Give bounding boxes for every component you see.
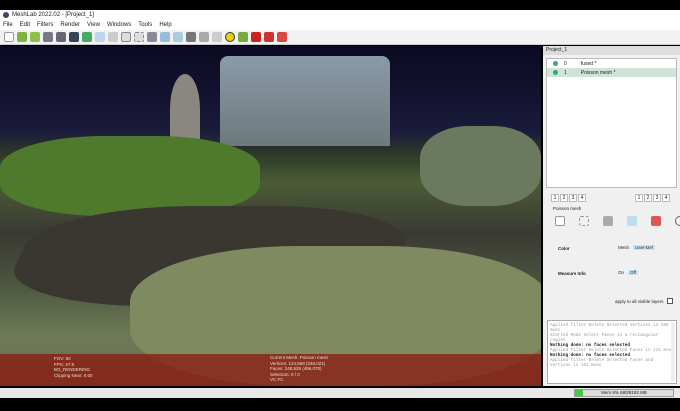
- layer-id: 0: [564, 60, 567, 67]
- layer-name: Poisson mesh *: [580, 69, 616, 76]
- layer-id: 1: [564, 69, 567, 76]
- menu-help[interactable]: Help: [159, 22, 171, 28]
- points-mode-icon[interactable]: [579, 216, 589, 226]
- smooth-icon[interactable]: [147, 32, 157, 42]
- app-icon: [3, 12, 9, 18]
- menu-edit[interactable]: Edit: [20, 22, 30, 28]
- render-mode-text: BO_RENDERING: [54, 367, 91, 372]
- menu-bar: File Edit Filters Render View Windows To…: [0, 20, 680, 30]
- paint-icon[interactable]: [238, 32, 248, 42]
- title-bar: MeshLab 2022.02 - [Project_1]: [0, 10, 680, 20]
- menu-filters[interactable]: Filters: [37, 22, 53, 28]
- visibility-icon[interactable]: [553, 70, 558, 75]
- visibility-icon[interactable]: [553, 61, 558, 66]
- export-icon[interactable]: [56, 32, 66, 42]
- light-icon[interactable]: [173, 32, 183, 42]
- align-icon[interactable]: [212, 32, 222, 42]
- layer-row[interactable]: 1 Poisson mesh *: [547, 68, 676, 77]
- log-entry: Applied filter Delete Selected Vertices …: [550, 323, 669, 333]
- view-button[interactable]: 2: [560, 194, 568, 202]
- layer-row[interactable]: 0 fused *: [547, 59, 676, 68]
- memory-bar: Mem 8% 680/8192 MB: [574, 389, 674, 397]
- view-button[interactable]: 1: [551, 194, 559, 202]
- view-button[interactable]: 3: [569, 194, 577, 202]
- tower: [170, 74, 200, 144]
- save-icon[interactable]: [30, 32, 40, 42]
- layers-icon[interactable]: [82, 32, 92, 42]
- view-button[interactable]: 4: [578, 194, 586, 202]
- delete-faces-icon[interactable]: [264, 32, 274, 42]
- settings-icon[interactable]: [675, 216, 680, 226]
- points-icon[interactable]: [95, 32, 105, 42]
- memory-text: Mem 8% 680/8192 MB: [601, 390, 647, 395]
- info-overlay: FOV: 60 FPS: 47.9 BO_RENDERING Clipping …: [0, 354, 541, 386]
- view-button[interactable]: 4: [662, 194, 670, 202]
- log-scrollbar[interactable]: [671, 322, 675, 382]
- render-mode-buttons: [555, 216, 680, 226]
- section-label: Poisson mesh: [553, 206, 582, 211]
- log-window[interactable]: Applied filter Delete Selected Vertices …: [547, 320, 677, 384]
- city-buildings: [220, 56, 390, 146]
- window-title: MeshLab 2022.02 - [Project_1]: [12, 12, 95, 18]
- log-entry: Started Mode Select Faces in a rectangul…: [550, 333, 659, 343]
- menu-file[interactable]: File: [3, 22, 13, 28]
- clipping-text: Clipping Near: 0.00: [54, 372, 93, 378]
- faces-text: Faces: 248,535 (496,070): [270, 366, 322, 371]
- measure-icon[interactable]: [199, 32, 209, 42]
- view-button[interactable]: 3: [653, 194, 661, 202]
- delete-vertices-icon[interactable]: [277, 32, 287, 42]
- color-label: Color: [558, 246, 570, 251]
- delete-icon[interactable]: [251, 32, 261, 42]
- color-option-user-def[interactable]: User-Def: [633, 245, 656, 250]
- measure-option-off[interactable]: Off: [628, 270, 638, 275]
- log-entry: Applied filter Delete Selected Faces and…: [550, 358, 654, 368]
- bbox-icon[interactable]: [121, 32, 131, 42]
- info-icon[interactable]: [186, 32, 196, 42]
- current-mesh-text: Current Mesh: Poisson mesh: [270, 355, 329, 360]
- menu-view[interactable]: View: [87, 22, 100, 28]
- view-buttons-left: 1234: [551, 194, 587, 202]
- 3d-viewport[interactable]: FOV: 60 FPS: 47.9 BO_RENDERING Clipping …: [0, 46, 541, 386]
- attributes-text: VC FC: [270, 377, 284, 382]
- flat-icon[interactable]: [134, 32, 144, 42]
- view-button[interactable]: 2: [644, 194, 652, 202]
- wireframe-icon[interactable]: [108, 32, 118, 42]
- flat-mode-icon[interactable]: [627, 216, 637, 226]
- panel-title: Project_1: [543, 46, 680, 55]
- bbox-mode-icon[interactable]: [555, 216, 565, 226]
- wire-mode-icon[interactable]: [603, 216, 613, 226]
- texture-mode-icon[interactable]: [651, 216, 661, 226]
- select-icon[interactable]: [225, 32, 235, 42]
- toolbar: [0, 30, 680, 45]
- new-icon[interactable]: [4, 32, 14, 42]
- layer-name: fused *: [580, 60, 597, 67]
- texture-icon[interactable]: [160, 32, 170, 42]
- menu-tools[interactable]: Tools: [138, 22, 152, 28]
- trees-left: [0, 136, 260, 216]
- menu-windows[interactable]: Windows: [107, 22, 131, 28]
- apply-all-label: apply to all visible layers: [615, 298, 664, 304]
- measure-option-on[interactable]: On: [618, 270, 624, 275]
- status-bar: Mem 8% 680/8192 MB: [0, 388, 680, 398]
- trees-right: [420, 126, 541, 206]
- layer-panel: Project_1 0 fused * 1 Poisson mesh * 123…: [543, 46, 680, 386]
- import-icon[interactable]: [43, 32, 53, 42]
- measure-label: Measure Info: [558, 271, 586, 276]
- apply-all-checkbox[interactable]: [666, 298, 673, 304]
- menu-render[interactable]: Render: [60, 22, 80, 28]
- view-button[interactable]: 1: [635, 194, 643, 202]
- snapshot-icon[interactable]: [69, 32, 79, 42]
- view-buttons-right: 1234: [635, 194, 671, 202]
- open-icon[interactable]: [17, 32, 27, 42]
- color-option-mesh[interactable]: Mesh: [618, 245, 629, 250]
